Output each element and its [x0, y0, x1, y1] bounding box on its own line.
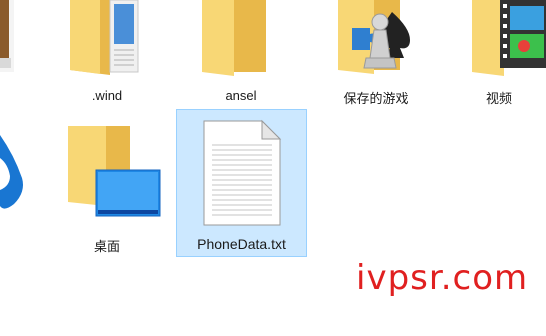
desktop-folder-icon: [68, 126, 161, 217]
folder-label: 桌面: [93, 239, 120, 254]
folder-label: .wind: [91, 88, 123, 103]
folder-item-videos[interactable]: 视频: [470, 0, 546, 110]
partial-app-item[interactable]: [0, 130, 30, 210]
file-item-phonedata[interactable]: PhoneData.txt: [176, 109, 307, 257]
folder-item-wind[interactable]: .wind: [62, 0, 152, 110]
image-thumbnail-icon: [0, 0, 14, 72]
file-label: PhoneData.txt: [197, 236, 286, 252]
text-document-icon: [203, 119, 282, 226]
folder-item-desktop[interactable]: 桌面: [62, 126, 172, 256]
folder-with-docs-icon: [70, 0, 139, 75]
blue-flame-app-icon: [0, 135, 23, 209]
folder-label: 保存的游戏: [343, 91, 409, 106]
folder-item-ansel[interactable]: ansel: [196, 0, 286, 110]
videos-folder-icon: [472, 0, 546, 76]
folder-icon: [202, 0, 266, 76]
partial-image-item[interactable]: [0, 0, 14, 72]
folder-label: 视频: [485, 91, 512, 106]
folder-item-saved-games[interactable]: 保存的游戏: [330, 0, 430, 110]
watermark-text: ivpsr.com: [356, 258, 529, 298]
folder-label: ansel: [225, 88, 257, 103]
saved-games-folder-icon: [338, 0, 410, 74]
